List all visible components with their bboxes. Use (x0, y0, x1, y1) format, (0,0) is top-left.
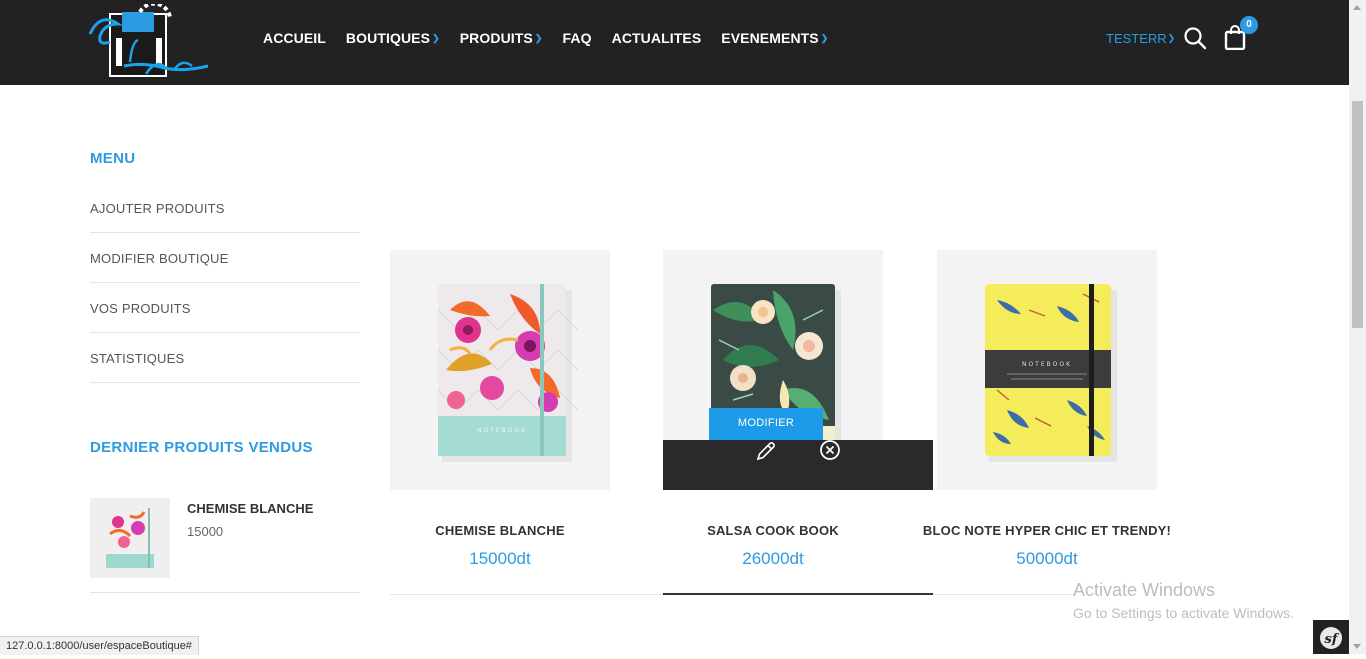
product-name[interactable]: CHEMISE BLANCHE (350, 523, 650, 538)
notebook-image: NOTEBOOK (437, 284, 579, 462)
nav-label: EVENEMENTS (721, 30, 819, 46)
sidebar-item-statistiques[interactable]: STATISTIQUES (90, 333, 360, 383)
status-bar-url: 127.0.0.1:8000/user/espaceBoutique# (0, 636, 199, 655)
sidebar-menu: AJOUTER PRODUITS MODIFIER BOUTIQUE VOS P… (90, 183, 360, 383)
last-sold-title: DERNIER PRODUITS VENDUS (90, 439, 313, 456)
windows-activation-subtitle: Go to Settings to activate Windows. (1073, 605, 1294, 621)
notebook-label: NOTEBOOK (1022, 361, 1072, 368)
nav-produits[interactable]: PRODUITS ❯ (460, 30, 543, 46)
cart-count-badge: 0 (1240, 16, 1258, 34)
sold-product-name[interactable]: CHEMISE BLANCHE (187, 501, 313, 516)
nav-label: BOUTIQUES (345, 30, 431, 46)
active-card-underline (663, 593, 933, 595)
sidebar-item-modifier-boutique[interactable]: MODIFIER BOUTIQUE (90, 233, 360, 283)
modify-product-button[interactable]: MODIFIER (709, 408, 823, 440)
sidebar-menu-title: MENU (90, 150, 136, 167)
chevron-down-icon: ❯ (534, 32, 543, 43)
chevron-down-icon: ❯ (1167, 33, 1176, 43)
product-price: 15000dt (469, 549, 531, 568)
scroll-down-icon[interactable] (1353, 644, 1361, 649)
notebook-label: NOTEBOOK (477, 427, 527, 434)
notebook-image (106, 508, 154, 568)
product-actions-bar (663, 440, 933, 490)
nav-evenements[interactable]: EVENEMENTS ❯ (721, 30, 828, 46)
product-price: 50000dt (1016, 549, 1078, 568)
nav-faq[interactable]: FAQ (563, 30, 592, 46)
sidebar-item-vos-produits[interactable]: VOS PRODUITS (90, 283, 360, 333)
site-logo[interactable] (80, 4, 220, 88)
page-scrollbar[interactable] (1349, 0, 1366, 654)
nav-label: FAQ (562, 30, 592, 46)
divider (933, 594, 1073, 595)
symfony-toolbar-button[interactable]: sf (1313, 620, 1349, 654)
product-name[interactable]: BLOC NOTE HYPER CHIC ET TRENDY! (897, 523, 1197, 538)
chevron-down-icon: ❯ (432, 32, 440, 43)
scroll-thumb[interactable] (1352, 101, 1363, 328)
main-nav: ACCUEIL BOUTIQUES ❯ PRODUITS ❯ FAQ ACTUA… (263, 30, 848, 46)
notebook-image: NOTEBOOK (985, 284, 1117, 462)
top-navbar: ACCUEIL BOUTIQUES ❯ PRODUITS ❯ FAQ ACTUA… (0, 0, 1349, 85)
symfony-icon: sf (1320, 627, 1342, 649)
divider (90, 592, 360, 593)
pencil-icon[interactable] (754, 439, 778, 463)
scroll-up-icon[interactable] (1353, 5, 1361, 10)
nav-label: PRODUITS (459, 30, 533, 46)
search-icon[interactable] (1183, 26, 1207, 50)
sold-product-thumbnail[interactable] (90, 498, 170, 578)
nav-actualites[interactable]: ACTUALITES (612, 30, 702, 46)
sold-product-price: 15000 (187, 524, 224, 539)
divider (390, 594, 663, 595)
username: TESTERR (1106, 31, 1167, 46)
nav-boutiques[interactable]: BOUTIQUES ❯ (346, 30, 440, 46)
user-menu[interactable]: TESTERR ❯ (1106, 31, 1175, 46)
product-price: 26000dt (742, 549, 804, 568)
windows-activation-title: Activate Windows (1073, 580, 1216, 600)
product-name[interactable]: SALSA COOK BOOK (623, 523, 923, 538)
sidebar-item-ajouter-produits[interactable]: AJOUTER PRODUITS (90, 183, 360, 233)
chevron-down-icon: ❯ (820, 32, 829, 43)
nav-label: ACTUALITES (611, 30, 702, 46)
product-image[interactable]: NOTEBOOK (937, 250, 1157, 490)
nav-label: ACCUEIL (263, 30, 326, 46)
product-image[interactable]: NOTEBOOK (390, 250, 610, 490)
close-circle-icon[interactable] (819, 439, 841, 461)
nav-accueil[interactable]: ACCUEIL (263, 30, 326, 46)
